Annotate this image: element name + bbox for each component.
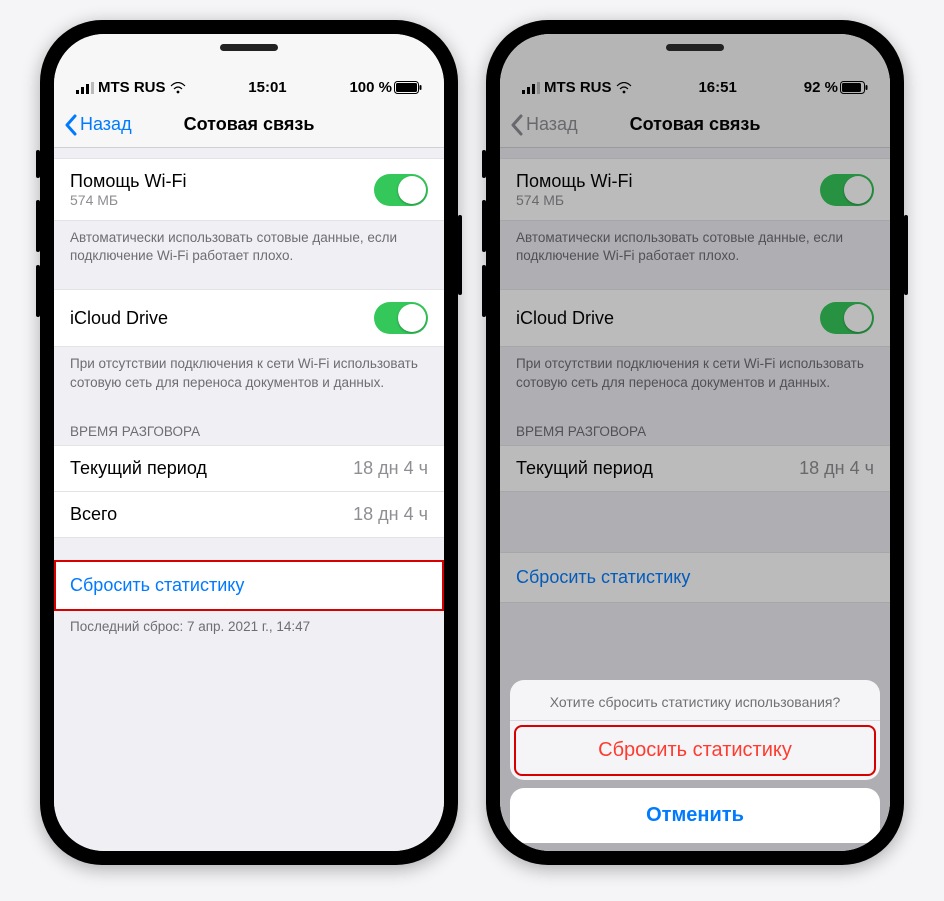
action-sheet-reset-button[interactable]: Сбросить статистику (512, 723, 878, 778)
nav-title: Сотовая связь (184, 114, 315, 135)
battery-percent-label: 92 % (804, 79, 838, 96)
volume-down-button (482, 200, 486, 252)
current-period-row: Текущий период 18 дн 4 ч (54, 445, 444, 492)
nav-title: Сотовая связь (630, 114, 761, 135)
volume-up-button (482, 265, 486, 317)
call-time-header: ВРЕМЯ РАЗГОВОРА (54, 406, 444, 445)
screen-right: MTS RUS 16:51 92 % Назад Сотовая связь П… (500, 34, 890, 851)
action-sheet-card: Хотите сбросить статистику использования… (510, 680, 880, 780)
power-button (458, 215, 462, 295)
total-label: Всего (70, 504, 117, 525)
current-period-value: 18 дн 4 ч (353, 458, 428, 479)
nav-back-label: Назад (80, 114, 132, 135)
chevron-left-icon (64, 114, 78, 136)
icloud-drive-footer: При отсутствии подключения к сети Wi-Fi … (54, 347, 444, 405)
total-row: Всего 18 дн 4 ч (54, 492, 444, 538)
volume-down-button (36, 200, 40, 252)
action-sheet-reset-label: Сбросить статистику (598, 739, 792, 761)
wifi-icon (616, 82, 632, 94)
icloud-drive-footer: При отсутствии подключения к сети Wi-Fi … (500, 347, 890, 405)
power-button (904, 215, 908, 295)
icloud-drive-toggle (820, 302, 874, 334)
clock-label: 16:51 (698, 79, 736, 96)
clock-label: 15:01 (248, 79, 286, 96)
reset-statistics-label: Сбросить статистику (516, 567, 690, 587)
wifi-assist-row: Помощь Wi-Fi 574 МБ (500, 158, 890, 221)
wifi-assist-row[interactable]: Помощь Wi-Fi 574 МБ (54, 158, 444, 221)
cell-signal-icon (76, 82, 94, 94)
last-reset-label: Последний сброс: 7 апр. 2021 г., 14:47 (54, 611, 444, 642)
status-right: 100 % (349, 79, 422, 96)
current-period-value: 18 дн 4 ч (799, 458, 874, 479)
wifi-assist-toggle (820, 174, 874, 206)
wifi-assist-usage: 574 МБ (516, 192, 633, 208)
wifi-assist-footer: Автоматически использовать сотовые данны… (500, 221, 890, 279)
action-sheet-message: Хотите сбросить статистику использования… (510, 680, 880, 721)
screen-left: MTS RUS 15:01 100 % Назад Сотовая связь … (54, 34, 444, 851)
wifi-assist-title: Помощь Wi-Fi (70, 171, 187, 192)
carrier-label: MTS RUS (544, 79, 612, 96)
volume-up-button (36, 265, 40, 317)
wifi-assist-usage: 574 МБ (70, 192, 187, 208)
cell-signal-icon (522, 82, 540, 94)
status-right: 92 % (804, 79, 868, 96)
wifi-assist-footer: Автоматически использовать сотовые данны… (54, 221, 444, 279)
mute-switch (482, 150, 486, 178)
nav-bar: Назад Сотовая связь (54, 102, 444, 148)
action-sheet-cancel-button[interactable]: Отменить (510, 788, 880, 843)
status-left: MTS RUS (522, 79, 632, 96)
total-value: 18 дн 4 ч (353, 504, 428, 525)
icloud-drive-row: iCloud Drive (500, 289, 890, 347)
current-period-label: Текущий период (516, 458, 653, 479)
settings-content[interactable]: Помощь Wi-Fi 574 МБ Автоматически исполь… (54, 148, 444, 851)
action-sheet-cancel-label: Отменить (646, 804, 744, 826)
wifi-assist-toggle[interactable] (374, 174, 428, 206)
current-period-row: Текущий период 18 дн 4 ч (500, 445, 890, 492)
icloud-drive-toggle[interactable] (374, 302, 428, 334)
battery-percent-label: 100 % (349, 79, 392, 96)
chevron-left-icon (510, 114, 524, 136)
carrier-label: MTS RUS (98, 79, 166, 96)
device-right: MTS RUS 16:51 92 % Назад Сотовая связь П… (486, 20, 904, 865)
nav-bar: Назад Сотовая связь (500, 102, 890, 148)
battery-icon (840, 81, 868, 94)
status-left: MTS RUS (76, 79, 186, 96)
wifi-assist-title: Помощь Wi-Fi (516, 171, 633, 192)
reset-statistics-button: Сбросить статистику (500, 552, 890, 603)
nav-back-button[interactable]: Назад (54, 114, 132, 136)
battery-icon (394, 81, 422, 94)
icloud-drive-row[interactable]: iCloud Drive (54, 289, 444, 347)
icloud-drive-title: iCloud Drive (70, 308, 168, 329)
call-time-header: ВРЕМЯ РАЗГОВОРА (500, 406, 890, 445)
wifi-icon (170, 82, 186, 94)
action-sheet: Хотите сбросить статистику использования… (510, 680, 880, 843)
nav-back-label: Назад (526, 114, 578, 135)
reset-statistics-label: Сбросить статистику (70, 575, 244, 595)
icloud-drive-title: iCloud Drive (516, 308, 614, 329)
speaker-slot (220, 44, 278, 51)
device-left: MTS RUS 15:01 100 % Назад Сотовая связь … (40, 20, 458, 865)
reset-statistics-button[interactable]: Сбросить статистику (54, 560, 444, 611)
speaker-slot (666, 44, 724, 51)
nav-back-button[interactable]: Назад (500, 114, 578, 136)
mute-switch (36, 150, 40, 178)
current-period-label: Текущий период (70, 458, 207, 479)
